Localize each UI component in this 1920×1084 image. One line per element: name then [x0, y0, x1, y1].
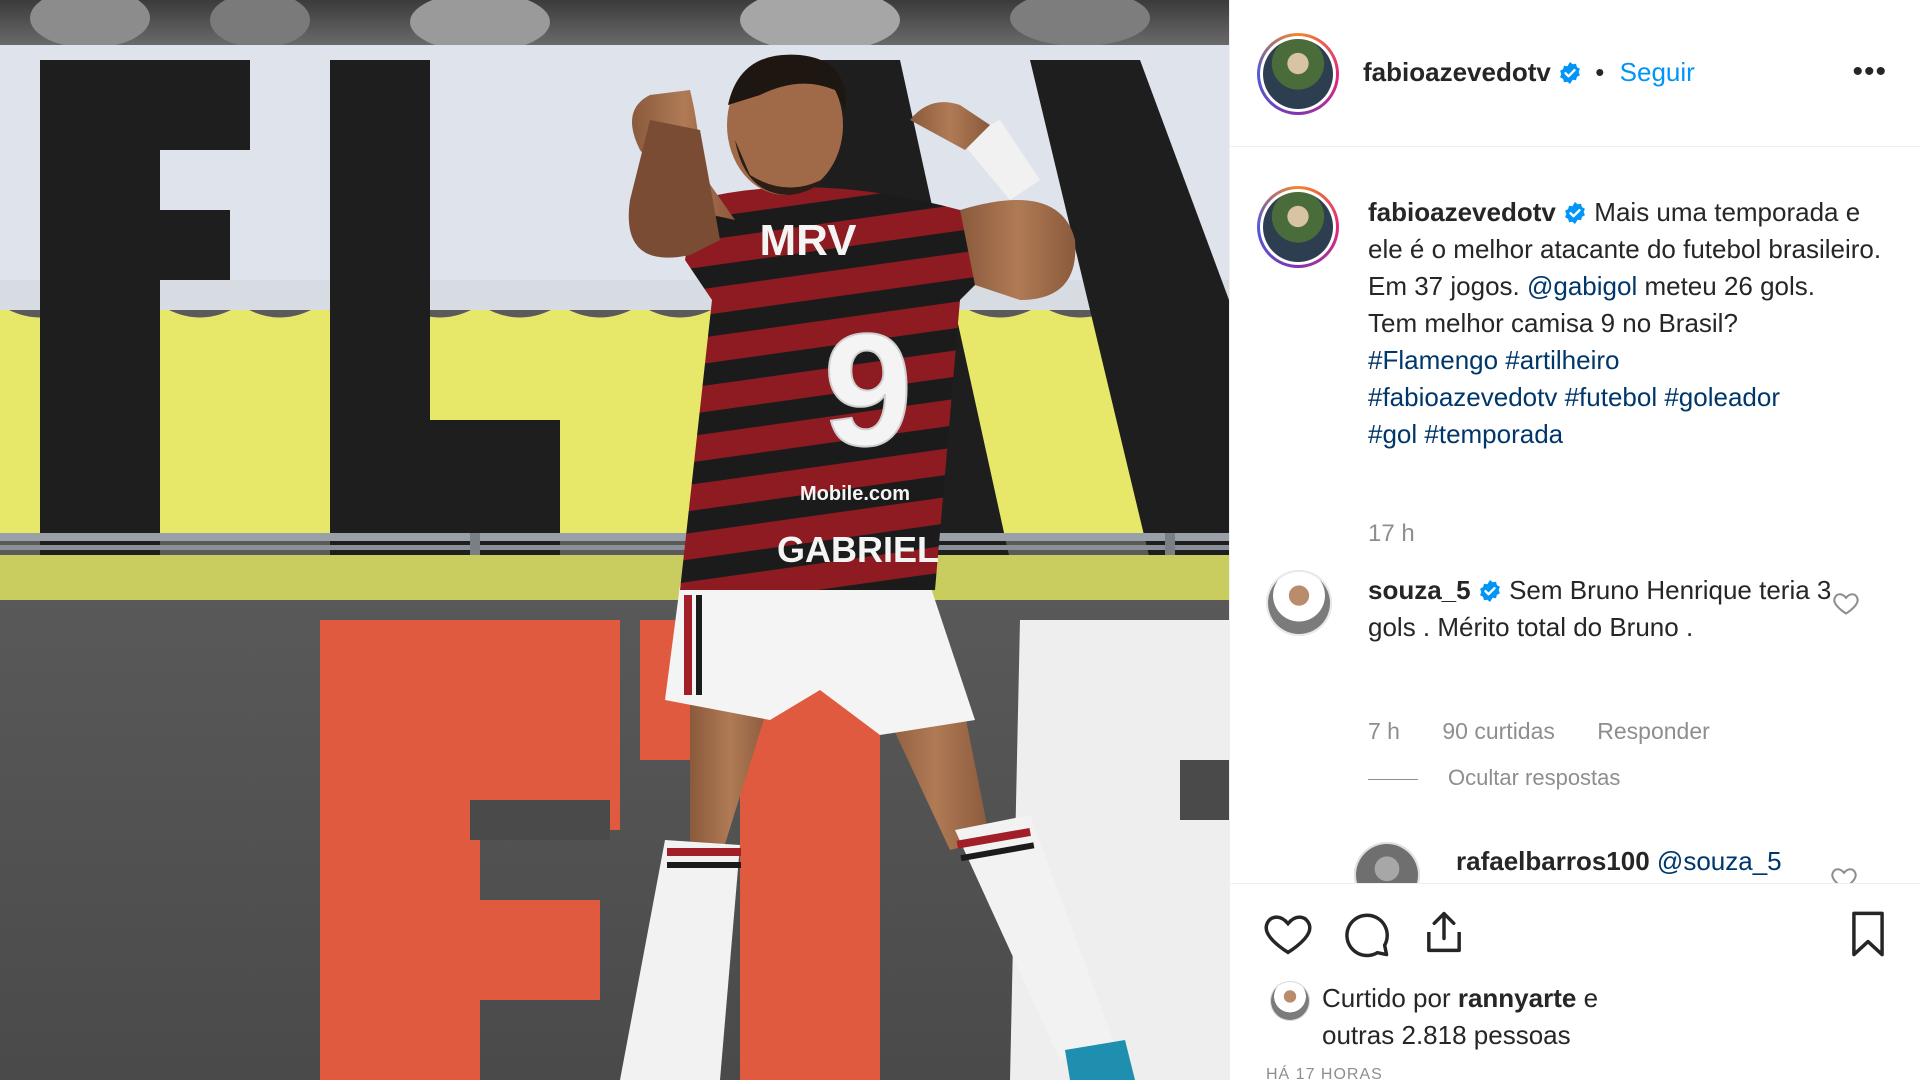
hide-replies-label: Ocultar respostas	[1448, 765, 1621, 790]
author-avatar-image	[1263, 39, 1333, 109]
banner-text: FLA	[120, 232, 139, 243]
caption-avatar-image	[1263, 192, 1333, 262]
more-options-button[interactable]: •••	[1852, 57, 1887, 87]
comment-timestamp[interactable]: 7 h	[1368, 718, 1400, 744]
likes-middle: e	[1576, 983, 1599, 1013]
verified-badge-icon	[1565, 202, 1585, 224]
photo-canvas: FLA FO MRV 9 Mobile.com GABRIEL	[0, 0, 1229, 1080]
reply-username[interactable]: rafaelbarros100	[1456, 846, 1650, 876]
caption-hashtags-2[interactable]: #fabioazevedotv #futebol #goleador	[1368, 379, 1888, 416]
reply-list: rafaelbarros100 @souza_5	[1230, 830, 1920, 883]
caption-text-2-post: meteu 26 gols.	[1637, 271, 1816, 301]
verified-badge-icon	[1560, 62, 1580, 84]
reply-author-avatar[interactable]	[1354, 842, 1420, 883]
commenter-avatar[interactable]	[1266, 570, 1332, 636]
reply-like-heart-icon[interactable]	[1830, 864, 1858, 883]
commenter-avatar-image	[1268, 572, 1330, 634]
follow-button[interactable]: Seguir	[1620, 57, 1695, 87]
author-avatar[interactable]	[1257, 33, 1339, 115]
reply-avatar-image	[1356, 844, 1418, 883]
save-bookmark-icon[interactable]	[1842, 908, 1894, 960]
caption-text-3: Tem melhor camisa 9 no Brasil?	[1368, 308, 1738, 338]
board-text: FO	[330, 643, 341, 652]
caption-author-avatar[interactable]	[1257, 186, 1339, 268]
caption-text-2-pre: Em 37 jogos.	[1368, 271, 1527, 301]
comment-like-heart-icon[interactable]	[1832, 589, 1860, 617]
caption-hashtags-3[interactable]: #gol #temporada	[1368, 416, 1888, 453]
reply-line: rafaelbarros100 @souza_5	[1456, 846, 1782, 876]
likes-prefix: Curtido por	[1322, 983, 1458, 1013]
caption-timestamp[interactable]: 17 h	[1368, 520, 1415, 548]
liker-avatar-image	[1271, 982, 1309, 1020]
verified-badge-icon	[1479, 580, 1500, 602]
likes-summary: Curtido por rannyarte e outras 2.818 pes…	[1322, 980, 1722, 1054]
share-upload-icon[interactable]	[1418, 906, 1470, 958]
post-photo[interactable]: FLA FO MRV 9 Mobile.com GABRIEL	[0, 0, 1229, 1080]
commenter-username[interactable]: souza_5	[1368, 575, 1471, 605]
jersey-name-text: GABRIEL	[777, 529, 939, 570]
hide-replies-button[interactable]: Ocultar respostas	[1368, 765, 1620, 791]
liker-avatar[interactable]	[1270, 981, 1310, 1021]
post-header: fabioazevedotv • Seguir •••	[1230, 0, 1920, 147]
comment-likes-count[interactable]: 90 curtidas	[1442, 718, 1555, 744]
caption-username[interactable]: fabioazevedotv	[1368, 197, 1556, 227]
caption: fabioazevedotv Mais uma temporada e ele …	[1368, 194, 1888, 453]
caption-hashtags-1[interactable]: #Flamengo #artilheiro	[1368, 342, 1888, 379]
separator-dot: •	[1595, 57, 1605, 87]
author-username[interactable]: fabioazevedotv	[1363, 57, 1551, 87]
jersey-number-text: 9	[824, 300, 913, 479]
likes-others-button[interactable]: outras 2.818 pessoas	[1322, 1017, 1722, 1054]
caption-mention-link[interactable]: @gabigol	[1527, 271, 1637, 301]
comment-bubble-icon[interactable]	[1340, 908, 1392, 960]
post-side-panel: fabioazevedotv • Seguir ••• fabioazevedo…	[1229, 0, 1920, 1084]
reply-mention-link[interactable]: @souza_5	[1657, 846, 1782, 876]
post-actions: Curtido por rannyarte e outras 2.818 pes…	[1230, 883, 1920, 1084]
like-heart-icon[interactable]	[1262, 908, 1314, 960]
comment: souza_5 Sem Bruno Henrique teria 3 gols …	[1368, 572, 1848, 646]
post-date[interactable]: HÁ 17 HORAS	[1266, 1066, 1383, 1084]
comment-reply-button[interactable]: Responder	[1597, 718, 1710, 744]
hide-replies-line	[1368, 778, 1418, 780]
liker-username[interactable]: rannyarte	[1458, 983, 1577, 1013]
jersey-back-sponsor-text: Mobile.com	[800, 483, 910, 505]
comment-meta: 7 h 90 curtidas Responder	[1368, 718, 1746, 745]
jersey-sponsor-text: MRV	[760, 216, 858, 265]
header-user-line: fabioazevedotv • Seguir	[1363, 57, 1695, 87]
